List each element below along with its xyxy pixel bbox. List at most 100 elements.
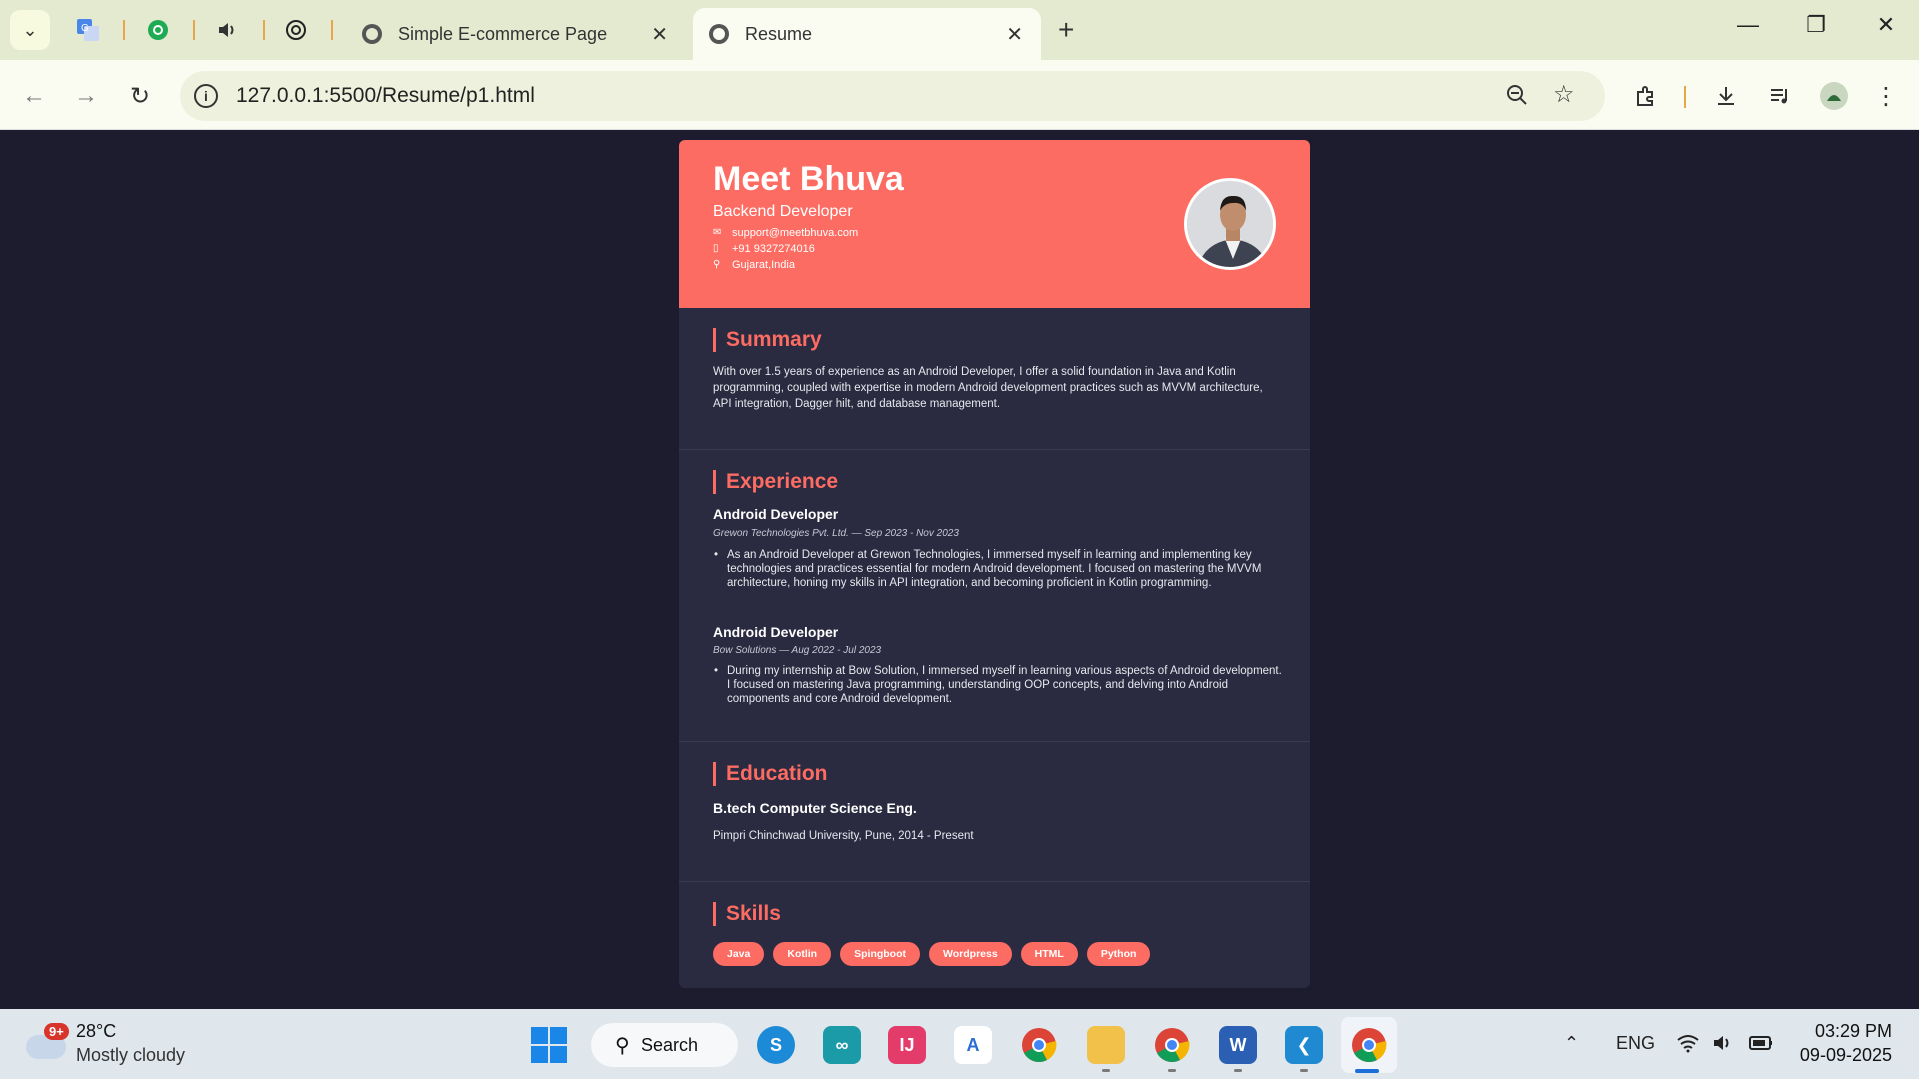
chatgpt-icon — [286, 20, 306, 40]
tab-divider — [123, 20, 125, 40]
reload-button[interactable]: ↻ — [122, 78, 158, 114]
globe-icon — [362, 24, 382, 44]
skype-icon[interactable]: S — [757, 1026, 795, 1064]
phone-text: +91 9327274016 — [732, 243, 815, 255]
skill-tag: Wordpress — [929, 942, 1012, 966]
profile-photo — [1184, 178, 1276, 270]
toolbar-divider — [1684, 86, 1686, 108]
whatsapp-icon — [148, 20, 168, 40]
app-store-icon[interactable]: A — [954, 1026, 992, 1064]
running-indicator — [1234, 1069, 1242, 1072]
location-pin-icon: ⚲ — [713, 259, 721, 270]
email-text: support@meetbhuva.com — [732, 227, 859, 239]
more-menu-icon[interactable]: ⋮ — [1870, 80, 1902, 112]
clock-time[interactable]: 03:29 PM — [1796, 1021, 1892, 1042]
site-info-icon[interactable]: i — [194, 84, 218, 108]
skill-tag: Python — [1086, 942, 1151, 966]
chrome-icon[interactable] — [1020, 1026, 1058, 1064]
tab-title: Simple E-commerce Page — [398, 23, 608, 44]
tab-simple-ecommerce[interactable]: Simple E-commerce Page ✕ — [346, 8, 686, 60]
minimize-button[interactable]: — — [1728, 12, 1768, 38]
arduino-icon[interactable]: ∞ — [823, 1026, 861, 1064]
volume-icon[interactable] — [1712, 1033, 1736, 1058]
download-icon[interactable] — [1710, 80, 1742, 112]
svg-text:G: G — [81, 23, 89, 34]
weather-temperature: 28°C — [76, 1021, 117, 1041]
address-bar[interactable]: i 127.0.0.1:5500/Resume/p1.html ☆ — [180, 71, 1605, 121]
skills-section: Skills — [679, 882, 1310, 988]
summary-text: With over 1.5 years of experience as an … — [713, 366, 1263, 410]
close-icon[interactable]: ✕ — [651, 22, 668, 47]
search-icon: ⚲ — [615, 1035, 630, 1057]
experience-section: Experience Android Developer Grewon Tech… — [679, 450, 1310, 742]
reload-icon: ↻ — [129, 82, 151, 110]
pinned-tab-translate[interactable]: G — [70, 14, 106, 46]
url-text[interactable]: 127.0.0.1:5500/Resume/p1.html — [236, 84, 535, 108]
resume-name: Meet Bhuva — [713, 160, 904, 198]
wifi-icon[interactable] — [1676, 1033, 1700, 1058]
job-meta: Bow Solutions — Aug 2022 - Jul 2023 — [713, 645, 882, 656]
running-indicator — [1102, 1069, 1110, 1072]
extensions-icon[interactable] — [1630, 80, 1662, 112]
globe-icon — [709, 24, 729, 44]
section-title: Education — [713, 762, 828, 786]
skill-tag: Java — [713, 942, 765, 966]
arrow-left-icon: ← — [22, 82, 46, 109]
skill-tag: Kotlin — [773, 942, 832, 966]
word-icon[interactable]: W — [1219, 1026, 1257, 1064]
restore-button[interactable]: ❐ — [1796, 12, 1836, 38]
location-text: Gujarat,India — [732, 259, 795, 271]
translate-icon: G — [77, 19, 99, 41]
close-icon[interactable]: ✕ — [1006, 22, 1023, 47]
job-description: During my internship at Bow Solution, I … — [714, 664, 1283, 706]
windows-start-icon[interactable] — [531, 1027, 567, 1063]
tab-resume[interactable]: Resume ✕ — [693, 8, 1041, 60]
vscode-icon[interactable]: ❮ — [1285, 1026, 1323, 1064]
degree-title: B.tech Computer Science Eng. — [713, 800, 917, 816]
media-control-icon[interactable] — [1764, 80, 1796, 112]
resume-role: Backend Developer — [713, 203, 853, 220]
tab-search-button[interactable]: ⌄ — [10, 10, 50, 50]
running-indicator — [1168, 1069, 1176, 1072]
bookmark-star-icon[interactable]: ☆ — [1553, 80, 1575, 109]
language-indicator[interactable]: ENG — [1616, 1033, 1655, 1054]
back-button[interactable]: ← — [16, 78, 52, 114]
contact-email[interactable]: ✉ support@meetbhuva.com — [713, 227, 858, 239]
resume-card: Meet Bhuva Backend Developer ✉ support@m… — [679, 140, 1310, 988]
tab-divider — [193, 20, 195, 40]
tab-strip: ⌄ G Simple E-commerce Page ✕ Resume ✕ + … — [0, 0, 1919, 60]
chrome-profile-icon[interactable] — [1153, 1026, 1191, 1064]
weather-description: Mostly cloudy — [76, 1045, 186, 1065]
running-indicator — [1300, 1069, 1308, 1072]
chrome-active-icon[interactable] — [1350, 1026, 1388, 1064]
battery-icon[interactable] — [1748, 1033, 1774, 1058]
job-meta: Grewon Technologies Pvt. Ltd. — Sep 2023… — [713, 528, 959, 539]
chevron-up-icon[interactable]: ⌃ — [1564, 1033, 1579, 1054]
pinned-tab-chatgpt[interactable] — [278, 14, 314, 46]
contact-phone: ▯ +91 9327274016 — [713, 243, 815, 255]
skills-list: Java Kotlin Spingboot Wordpress HTML Pyt… — [713, 942, 1151, 966]
speaker-icon — [219, 23, 234, 37]
mail-icon: ✉ — [713, 227, 722, 238]
tab-divider — [331, 20, 333, 40]
resume-header: Meet Bhuva Backend Developer ✉ support@m… — [679, 140, 1310, 308]
notification-badge: 9+ — [44, 1023, 69, 1040]
taskbar: 9+ 28°C Mostly cloudy ⚲ Search S ∞ IJ A … — [0, 1009, 1919, 1079]
pinned-tab-whatsapp[interactable] — [140, 14, 176, 46]
new-tab-button[interactable]: + — [1058, 14, 1074, 46]
zoom-icon[interactable] — [1505, 83, 1529, 114]
education-section: Education B.tech Computer Science Eng. P… — [679, 742, 1310, 882]
job-title: Android Developer — [713, 506, 839, 522]
taskbar-search[interactable]: ⚲ Search — [591, 1023, 738, 1067]
close-window-button[interactable]: ✕ — [1866, 12, 1906, 38]
intellij-icon[interactable]: IJ — [888, 1026, 926, 1064]
pinned-tab-audio[interactable] — [210, 14, 246, 46]
chevron-down-icon: ⌄ — [22, 19, 38, 40]
clock-date[interactable]: 09-09-2025 — [1796, 1045, 1892, 1066]
file-explorer-icon[interactable] — [1087, 1026, 1125, 1064]
tab-title: Resume — [745, 23, 813, 44]
profile-avatar[interactable] — [1818, 80, 1850, 112]
browser-toolbar: ← → ↻ i 127.0.0.1:5500/Resume/p1.html ☆ … — [0, 60, 1919, 130]
forward-button[interactable]: → — [68, 78, 104, 114]
tab-divider — [263, 20, 265, 40]
